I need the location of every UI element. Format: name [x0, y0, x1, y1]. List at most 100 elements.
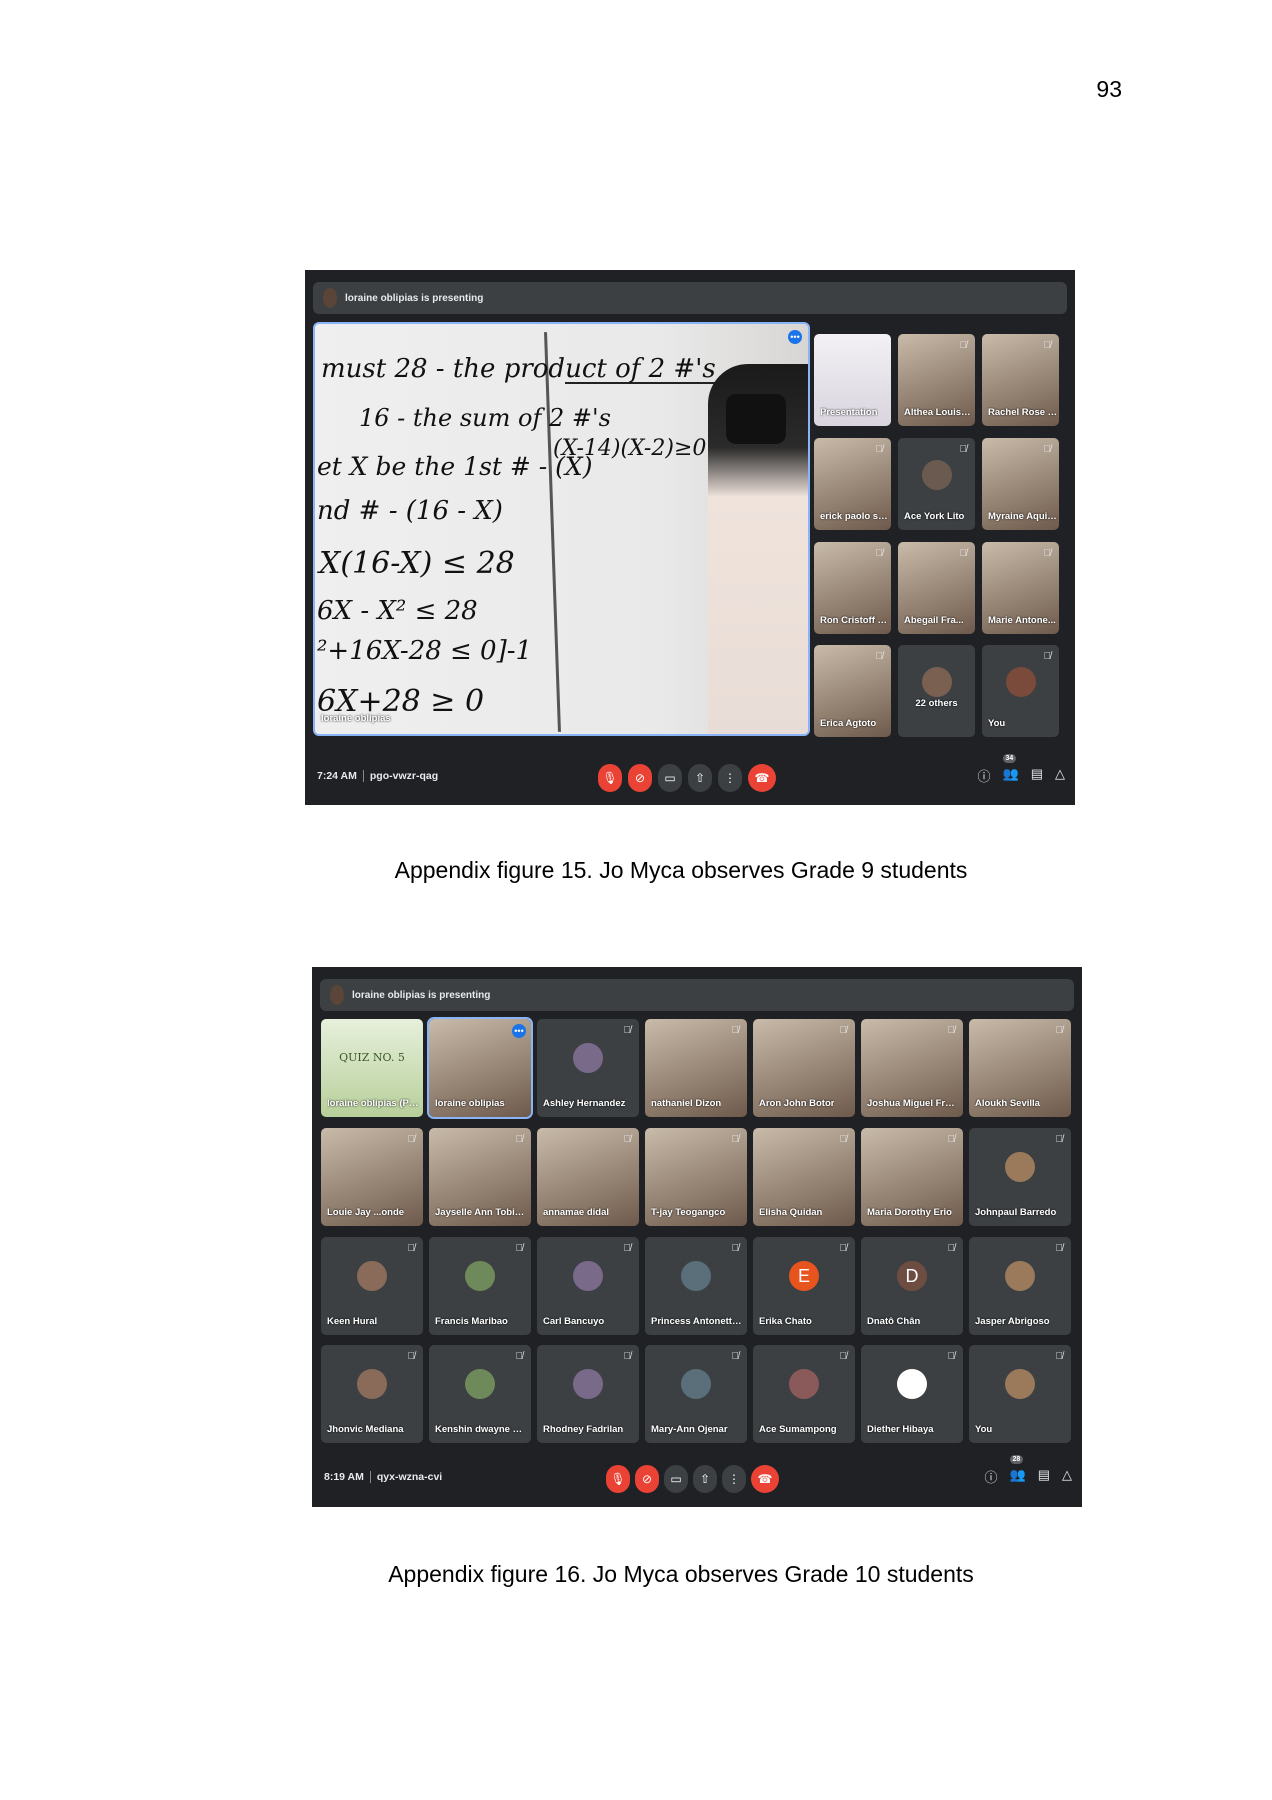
mic-muted-icon: 🎙̸ [839, 1134, 848, 1145]
participant-tile[interactable]: 🎙̸ Rhodney Fadrilan [537, 1345, 639, 1443]
camera-off-button[interactable]: ⊘ [628, 764, 652, 792]
participant-tile[interactable]: ••• loraine oblipias [427, 1017, 533, 1119]
participant-tile[interactable]: 🎙̸ Jayselle Ann Tobias... [429, 1128, 531, 1226]
participant-name: Erika Chato [759, 1316, 812, 1327]
mic-muted-icon: 🎙̸ [623, 1025, 632, 1036]
participant-tile[interactable]: 🎙̸ Joshua Miguel Franc... [861, 1019, 963, 1117]
participant-name: Erica Agtoto [820, 718, 877, 729]
participant-tile[interactable]: 🎙̸ Louie Jay ...onde [321, 1128, 423, 1226]
participant-tile[interactable]: 🎙̸ Carl Bancuyo [537, 1237, 639, 1335]
participant-tile[interactable]: QUIZ NO. 5 loraine oblipias (Presentation… [321, 1019, 423, 1117]
participant-tile[interactable]: 🎙̸ Jasper Abrigoso [969, 1237, 1071, 1335]
participant-tile[interactable]: 🎙̸ You [982, 645, 1059, 737]
participant-tile[interactable]: 🎙̸ Ashley Hernandez [537, 1019, 639, 1117]
mic-muted-icon: 🎙̸ [731, 1134, 740, 1145]
mic-muted-icon: 🎙̸ [407, 1134, 416, 1145]
figure-caption: Appendix figure 16. Jo Myca observes Gra… [388, 1561, 974, 1587]
participant-tile[interactable]: 🎙̸ nathaniel Dizon [645, 1019, 747, 1117]
presenting-banner: loraine oblipias is presenting [320, 979, 1074, 1011]
mic-muted-icon: 🎙̸ [959, 340, 968, 351]
more-options-button[interactable]: ⋮ [718, 764, 742, 792]
participant-tile[interactable]: 🎙̸ Diether Hibaya [861, 1345, 963, 1443]
participant-tile[interactable]: 🎙̸ Ron Cristoff L... [814, 542, 891, 634]
people-icon[interactable]: 👥 28 [1009, 1455, 1026, 1486]
mic-muted-icon: 🎙̸ [623, 1351, 632, 1362]
participant-name: erick paolo sa... [820, 511, 890, 522]
participant-avatar [1005, 666, 1036, 697]
participant-tile[interactable]: 🎙̸ Presentation [814, 334, 891, 426]
mic-off-button[interactable]: 🎙 [598, 764, 622, 792]
participant-tile[interactable]: 🎙̸ Erica Agtoto [814, 645, 891, 737]
leave-call-button[interactable]: ☎ [751, 1465, 779, 1493]
leave-call-button[interactable]: ☎ [748, 764, 776, 792]
meet-screenshot-grade10: loraine oblipias is presenting QUIZ NO. … [312, 967, 1082, 1507]
participant-tile[interactable]: 🎙̸ Althea Louise ... [898, 334, 975, 426]
participant-name: Carl Bancuyo [543, 1316, 605, 1327]
presenting-banner: loraine oblipias is presenting [313, 282, 1067, 314]
more-options-icon[interactable]: ••• [512, 1024, 526, 1038]
participant-name: Kenshin dwayne Guar... [435, 1424, 527, 1435]
participant-tile[interactable]: 🎙̸ Marie Antone... [982, 542, 1059, 634]
mic-muted-icon: 🎙̸ [515, 1351, 524, 1362]
camera-off-button[interactable]: ⊘ [635, 1465, 659, 1493]
participant-tile[interactable]: D 🎙̸ Dnatô Chân [861, 1237, 963, 1335]
meeting-time: 7:24 AM [317, 770, 357, 782]
mic-muted-icon: 🎙̸ [515, 1134, 524, 1145]
participant-tile[interactable]: 🎙̸ Aloukh Sevilla [969, 1019, 1071, 1117]
board-line: et X be the 1st # - (X) [317, 452, 593, 481]
participant-name: Diether Hibaya [867, 1424, 934, 1435]
participant-tile[interactable]: 🎙̸ Elisha Quidan [753, 1128, 855, 1226]
captions-button[interactable]: ▭ [658, 764, 682, 792]
chat-icon[interactable]: ▤ [1038, 1467, 1050, 1486]
participant-tile[interactable]: 🎙̸ Princess Antonette Si... [645, 1237, 747, 1335]
slide-title: QUIZ NO. 5 [339, 1051, 405, 1064]
participant-tile[interactable]: 🎙̸ Aron John Botor [753, 1019, 855, 1117]
people-icon[interactable]: 👥 34 [1002, 754, 1019, 785]
participant-tile[interactable]: 🎙̸ Jhonvic Mediana [321, 1345, 423, 1443]
participant-tile[interactable]: 🎙̸ Maria Dorothy Erio [861, 1128, 963, 1226]
participant-tile[interactable]: 🎙̸ Myraine Aquino [982, 438, 1059, 530]
mic-muted-icon: 🎙̸ [875, 651, 884, 662]
activities-icon[interactable]: △ [1055, 766, 1065, 785]
participant-tile[interactable]: E 🎙̸ Erika Chato [753, 1237, 855, 1335]
participant-tile[interactable]: 🎙̸ Ace Sumampong [753, 1345, 855, 1443]
participant-tile[interactable]: 🎙̸ Rachel Rose N... [982, 334, 1059, 426]
participant-name: loraine oblipias (Presentation) [327, 1098, 419, 1109]
participant-tile[interactable]: 🎙̸ Mary-Ann Ojenar [645, 1345, 747, 1443]
present-button[interactable]: ⇧ [688, 764, 712, 792]
participant-tile[interactable]: 🎙̸ T-jay Teogangco [645, 1128, 747, 1226]
participant-tile[interactable]: 🎙̸ You [969, 1345, 1071, 1443]
presentation-main-view[interactable]: must 28 - the product of 2 #'s 16 - the … [313, 322, 810, 736]
participant-name: Ashley Hernandez [543, 1098, 626, 1109]
participant-tile[interactable]: 🎙̸ Kenshin dwayne Guar... [429, 1345, 531, 1443]
page-number: 93 [1096, 76, 1122, 102]
mic-muted-icon: 🎙̸ [407, 1243, 416, 1254]
activities-icon[interactable]: △ [1062, 1467, 1072, 1486]
more-options-button[interactable]: ⋮ [722, 1465, 746, 1493]
participant-tile[interactable]: 🎙̸ Ace York Lito [898, 438, 975, 530]
mic-muted-icon: 🎙̸ [839, 1351, 848, 1362]
participant-name: Aloukh Sevilla [975, 1098, 1040, 1109]
captions-button[interactable]: ▭ [664, 1465, 688, 1493]
board-line: 16 - the sum of 2 #'s [359, 404, 611, 432]
info-icon[interactable]: ⓘ [985, 1467, 998, 1486]
present-button[interactable]: ⇧ [693, 1465, 717, 1493]
mic-muted-icon: 🎙̸ [1043, 548, 1052, 559]
participant-tile[interactable]: 22 others [898, 645, 975, 737]
participant-tile[interactable]: 🎙̸ Johnpaul Barredo [969, 1128, 1071, 1226]
participant-tile[interactable]: 🎙̸ erick paolo sa... [814, 438, 891, 530]
info-icon[interactable]: ⓘ [978, 766, 991, 785]
participant-name: Marie Antone... [988, 615, 1056, 626]
participant-tile[interactable]: 🎙̸ Francis Maribao [429, 1237, 531, 1335]
chat-icon[interactable]: ▤ [1031, 766, 1043, 785]
participant-tile[interactable]: 🎙̸ annamae didal [537, 1128, 639, 1226]
participant-avatar [1005, 1152, 1035, 1183]
mic-off-button[interactable]: 🎙 [606, 1465, 630, 1493]
presenting-text: loraine oblipias is presenting [352, 989, 491, 1001]
mic-muted-icon: 🎙̸ [1055, 1243, 1064, 1254]
participant-name: Mary-Ann Ojenar [651, 1424, 728, 1435]
participant-tile[interactable]: 🎙̸ Keen Hural [321, 1237, 423, 1335]
participant-avatar [465, 1369, 495, 1400]
participant-tile[interactable]: 🎙̸ Abegail Fra... [898, 542, 975, 634]
more-options-icon[interactable]: ••• [788, 330, 802, 344]
